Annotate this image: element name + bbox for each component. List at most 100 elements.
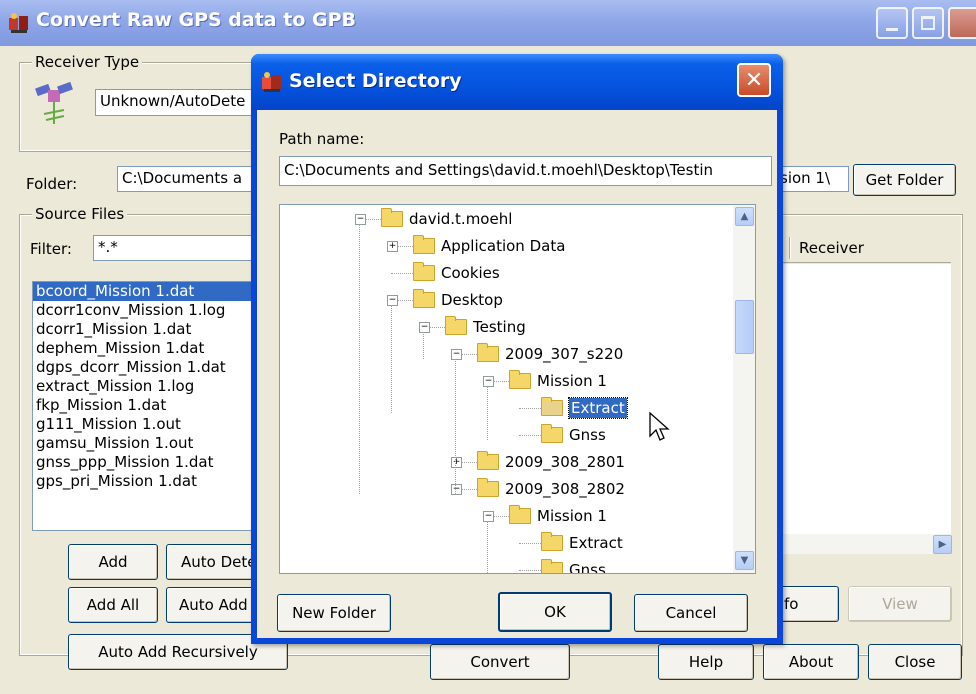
list-item[interactable]: gamsu_Mission 1.out — [33, 434, 259, 453]
list-item[interactable]: dephem_Mission 1.dat — [33, 339, 259, 358]
expand-icon[interactable]: + — [387, 241, 398, 252]
folder-icon — [541, 559, 563, 573]
about-button[interactable]: About — [763, 644, 859, 680]
tree-scrollbar[interactable]: ▲ ▼ — [733, 205, 755, 573]
tree-node-label: 2009_307_s220 — [505, 345, 624, 363]
close-icon[interactable]: ✕ — [737, 63, 771, 97]
collapse-icon[interactable]: − — [387, 295, 398, 306]
folder-icon — [509, 370, 531, 389]
tree-node[interactable]: Mission 1 — [509, 504, 607, 528]
folder-icon — [445, 316, 467, 335]
tree-guide-line — [487, 386, 488, 440]
tree-node[interactable]: 2009_308_2801 — [477, 450, 625, 474]
receiver-column-header[interactable]: Receiver — [799, 239, 864, 257]
tree-node-label: Extract — [568, 397, 628, 419]
receiver-type-label: Receiver Type — [32, 53, 143, 71]
collapse-icon[interactable]: − — [419, 322, 430, 333]
minimize-button[interactable] — [876, 7, 908, 39]
expand-icon[interactable]: + — [451, 457, 462, 468]
scroll-down-icon[interactable]: ▼ — [735, 551, 754, 570]
tree-node[interactable]: Application Data — [413, 234, 565, 258]
tree-guide-line — [359, 224, 360, 494]
folder-icon — [541, 532, 563, 551]
tree-node[interactable]: Testing — [445, 315, 526, 339]
tree-node-label: Testing — [473, 318, 526, 336]
tree-guide-line — [391, 305, 392, 413]
window-title: Convert Raw GPS data to GPB — [36, 9, 356, 31]
view-button[interactable]: View — [848, 586, 952, 622]
maximize-button[interactable] — [912, 7, 944, 39]
collapse-icon[interactable]: − — [483, 376, 494, 387]
tree-node[interactable]: Desktop — [413, 288, 503, 312]
scroll-thumb[interactable] — [735, 300, 754, 354]
folder-icon — [477, 478, 499, 497]
list-item[interactable]: extract_Mission 1.log — [33, 377, 259, 396]
tree-node[interactable]: Gnss — [541, 423, 606, 447]
tree-guide-line — [423, 332, 424, 359]
list-item[interactable]: gps_pri_Mission 1.dat — [33, 472, 259, 491]
list-item[interactable]: bcoord_Mission 1.dat — [33, 282, 259, 301]
tree-node[interactable]: Gnss — [541, 558, 606, 574]
path-name-input[interactable]: C:\Documents and Settings\david.t.moehl\… — [279, 156, 772, 186]
window-close-button[interactable] — [948, 7, 976, 39]
source-files-label: Source Files — [32, 205, 128, 223]
collapse-icon[interactable]: − — [483, 511, 494, 522]
file-details-list[interactable] — [777, 264, 951, 534]
help-button[interactable]: Help — [658, 644, 754, 680]
dialog-title: Select Directory — [289, 70, 462, 92]
collapse-icon[interactable]: − — [355, 214, 366, 225]
tree-node-label: Application Data — [441, 237, 566, 255]
list-item[interactable]: dgps_dcorr_Mission 1.dat — [33, 358, 259, 377]
tree-node-label: Cookies — [441, 264, 500, 282]
list-item[interactable]: g111_Mission 1.out — [33, 415, 259, 434]
auto-add-button[interactable]: Auto Add — [166, 587, 260, 623]
tree-node[interactable]: Cookies — [413, 261, 500, 285]
collapse-icon[interactable]: − — [451, 484, 462, 495]
list-item[interactable]: dcorr1_Mission 1.dat — [33, 320, 259, 339]
cancel-button[interactable]: Cancel — [634, 594, 748, 632]
satellite-icon — [35, 81, 73, 124]
receiver-type-combo[interactable]: Unknown/AutoDete — [95, 89, 255, 116]
tree-node-label: Mission 1 — [537, 507, 607, 525]
list-item[interactable]: fkp_Mission 1.dat — [33, 396, 259, 415]
tree-node[interactable]: Extract — [541, 531, 623, 555]
scroll-right-icon[interactable]: ▶ — [933, 535, 952, 554]
auto-detect-button[interactable]: Auto Dete — [166, 544, 260, 580]
directory-tree[interactable]: − david.t.moehl + Application Data Cookies − D… — [279, 204, 756, 574]
folder-icon — [477, 343, 499, 362]
add-button[interactable]: Add — [68, 544, 158, 580]
app-icon — [9, 13, 28, 33]
tree-connector — [519, 435, 543, 436]
tree-node[interactable]: Extract — [541, 396, 628, 420]
collapse-icon[interactable]: − — [451, 349, 462, 360]
tree-node-label: 2009_308_2802 — [505, 480, 625, 498]
tree-node-label: david.t.moehl — [409, 210, 513, 228]
add-all-button[interactable]: Add All — [68, 587, 158, 623]
list-item[interactable]: gnss_ppp_Mission 1.dat — [33, 453, 259, 472]
folder-label: Folder: — [26, 175, 78, 193]
tree-node[interactable]: Mission 1 — [509, 369, 607, 393]
filter-label: Filter: — [30, 240, 72, 258]
tree-node-label: Gnss — [569, 426, 606, 444]
new-folder-button[interactable]: New Folder — [277, 594, 391, 632]
folder-input[interactable]: C:\Documents a — [117, 166, 260, 192]
folder-icon — [413, 289, 435, 308]
tree-node[interactable]: david.t.moehl — [381, 207, 512, 231]
filter-input[interactable]: *.* — [93, 235, 260, 261]
tree-node[interactable]: 2009_307_s220 — [477, 342, 623, 366]
folder-icon — [381, 208, 403, 227]
close-button[interactable]: Close — [868, 644, 962, 680]
folder-icon — [477, 451, 499, 470]
tree-node-label: Gnss — [569, 561, 606, 574]
get-folder-button[interactable]: Get Folder — [853, 164, 956, 196]
folder-icon — [413, 235, 435, 254]
scroll-up-icon[interactable]: ▲ — [735, 207, 754, 226]
folder-icon — [509, 505, 531, 524]
convert-button[interactable]: Convert — [430, 644, 570, 680]
list-item[interactable]: dcorr1conv_Mission 1.log — [33, 301, 259, 320]
horizontal-scrollbar[interactable]: ▶ — [777, 534, 952, 554]
source-files-list[interactable]: bcoord_Mission 1.dat dcorr1conv_Mission 1… — [32, 281, 260, 531]
tree-guide-line — [455, 467, 456, 494]
ok-button[interactable]: OK — [498, 592, 612, 632]
tree-node[interactable]: 2009_308_2802 — [477, 477, 625, 501]
